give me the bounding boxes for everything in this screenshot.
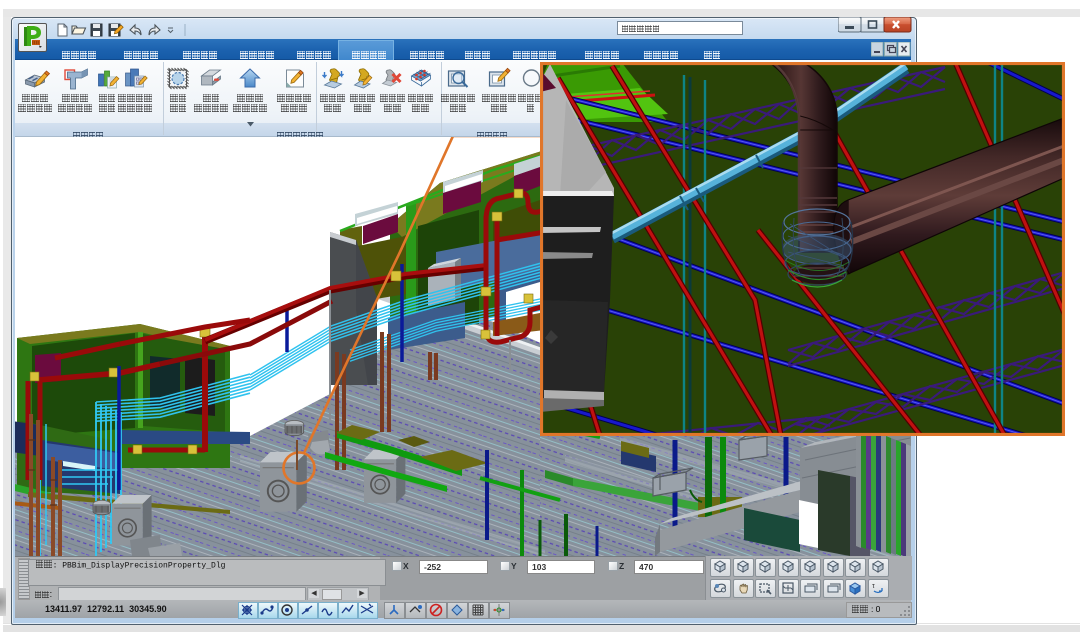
svg-text:τ: τ [872, 583, 875, 590]
